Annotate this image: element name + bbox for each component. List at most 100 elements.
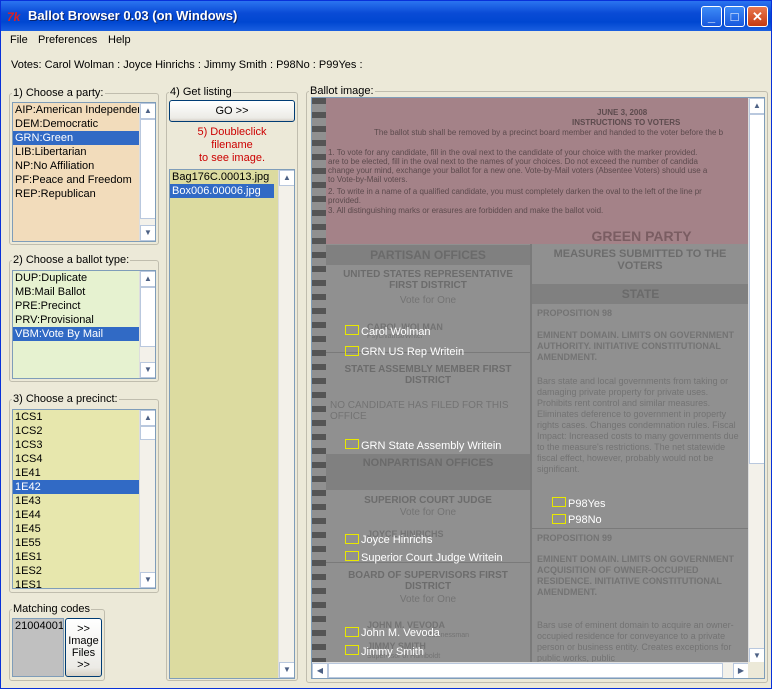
scroll-down-icon[interactable]: ▼: [140, 362, 155, 378]
scroll-corner: [748, 662, 764, 678]
proposition-title: PROPOSITION 98: [537, 308, 613, 318]
measures-heading: MEASURES SUBMITTED TO THE VOTERS: [553, 248, 727, 272]
list-item[interactable]: 1E41: [13, 466, 155, 480]
list-item[interactable]: 1E55: [13, 536, 155, 550]
scroll-left-icon[interactable]: ◀: [312, 663, 328, 678]
contest-title: STATE ASSEMBLY MEMBER FIRST DISTRICT: [344, 364, 512, 386]
list-item[interactable]: 1CS3: [13, 438, 155, 452]
scroll-thumb[interactable]: [140, 119, 155, 219]
no-candidate-text: NO CANDIDATE HAS FILED FOR THIS OFFICE: [330, 400, 509, 422]
listing-hint: 5) Doubleclick filename to see image.: [169, 126, 295, 165]
vote-target-box[interactable]: [345, 325, 359, 335]
close-button[interactable]: ✕: [747, 6, 768, 27]
list-item[interactable]: DUP:Duplicate: [13, 271, 155, 285]
hint-line: filename: [211, 139, 253, 151]
scroll-up-icon[interactable]: ▲: [140, 103, 155, 119]
vote-target-box[interactable]: [345, 645, 359, 655]
vote-target-box[interactable]: [345, 551, 359, 561]
list-item[interactable]: VBM:Vote By Mail: [13, 327, 155, 341]
ballot-image-viewer[interactable]: JUNE 3, 2008 INSTRUCTIONS TO VOTERS The …: [311, 97, 765, 679]
instruction-line: 2. To write in a name of a qualified can…: [328, 187, 702, 196]
listing-legend: 4) Get listing: [170, 86, 232, 98]
title-bar[interactable]: 7k Ballot Browser 0.03 (on Windows) _ □ …: [1, 1, 771, 31]
app-window: 7k Ballot Browser 0.03 (on Windows) _ □ …: [0, 0, 772, 689]
menu-help[interactable]: Help: [108, 34, 131, 46]
scroll-down-icon[interactable]: ▼: [140, 225, 155, 241]
list-item[interactable]: MB:Mail Ballot: [13, 285, 155, 299]
scroll-down-icon[interactable]: ▼: [279, 662, 294, 678]
menu-file[interactable]: File: [10, 34, 28, 46]
scroll-thumb[interactable]: [140, 426, 155, 440]
list-item[interactable]: 1E44: [13, 508, 155, 522]
list-item[interactable]: Box006.00006.jpg: [170, 184, 274, 198]
button-line: >>: [77, 659, 90, 671]
scroll-thumb[interactable]: [328, 663, 723, 678]
list-item[interactable]: 1ES1: [13, 550, 155, 564]
party-banner: GREEN PARTY: [591, 228, 692, 244]
vote-target-box[interactable]: [552, 497, 566, 507]
list-item[interactable]: DEM:Democratic: [13, 117, 155, 131]
ballot-type-list[interactable]: DUP:Duplicate MB:Mail Ballot PRE:Precinc…: [12, 270, 156, 379]
maximize-button[interactable]: □: [724, 6, 745, 27]
menu-preferences[interactable]: Preferences: [38, 34, 97, 46]
list-item[interactable]: 1CS2: [13, 424, 155, 438]
list-item[interactable]: PF:Peace and Freedom: [13, 173, 155, 187]
party-scrollbar[interactable]: ▲ ▼: [139, 103, 155, 241]
list-item[interactable]: AIP:American Independent: [13, 103, 155, 117]
proposition-title: PROPOSITION 99: [537, 533, 613, 543]
list-item[interactable]: 1CS1: [13, 410, 155, 424]
list-item[interactable]: 1E43: [13, 494, 155, 508]
list-item[interactable]: PRV:Provisional: [13, 313, 155, 327]
vote-target-box[interactable]: [345, 627, 359, 637]
contest-title: BOARD OF SUPERVISORS FIRST DISTRICT: [348, 570, 508, 592]
list-item[interactable]: 1CS4: [13, 452, 155, 466]
file-list[interactable]: Bag176C.00013.jpg Box006.00006.jpg ▲ ▼: [169, 169, 295, 679]
list-item[interactable]: 1E42: [13, 480, 155, 494]
vote-target-box[interactable]: [552, 514, 566, 524]
minimize-button[interactable]: _: [701, 6, 722, 27]
matching-codes-legend: Matching codes: [13, 603, 91, 615]
precinct-legend: 3) Choose a precinct:: [13, 393, 118, 405]
scroll-up-icon[interactable]: ▲: [749, 98, 764, 114]
precinct-list[interactable]: 1CS1 1CS2 1CS3 1CS4 1E41 1E42 1E43 1E44 …: [12, 409, 156, 589]
scroll-thumb[interactable]: [140, 287, 155, 347]
file-list-scrollbar[interactable]: ▲ ▼: [278, 170, 294, 678]
button-line: >>: [77, 623, 90, 635]
vote-target-box[interactable]: [345, 439, 359, 449]
list-item[interactable]: 1ES2: [13, 564, 155, 578]
scroll-thumb[interactable]: [749, 114, 764, 464]
list-item[interactable]: PRE:Precinct: [13, 299, 155, 313]
ballot-type-scrollbar[interactable]: ▲ ▼: [139, 271, 155, 378]
list-item[interactable]: 1ES1: [13, 578, 155, 588]
party-list[interactable]: AIP:American Independent DEM:Democratic …: [12, 102, 156, 242]
matching-codes-list[interactable]: 21004001: [12, 618, 64, 677]
image-files-button[interactable]: >> Image Files >>: [65, 618, 102, 677]
list-item[interactable]: 21004001: [13, 619, 63, 633]
scroll-right-icon[interactable]: ▶: [733, 663, 749, 678]
instructions-title: INSTRUCTIONS TO VOTERS: [572, 118, 681, 127]
precinct-scrollbar[interactable]: ▲ ▼: [139, 410, 155, 588]
list-item[interactable]: NP:No Affiliation: [13, 159, 155, 173]
vote-target-label: P98No: [568, 514, 602, 526]
hint-line: 5) Doubleclick: [197, 126, 267, 138]
vote-target-label: John M. Vevoda: [361, 627, 440, 639]
ballot-horizontal-scrollbar[interactable]: ◀ ▶: [312, 662, 749, 678]
vote-target-box[interactable]: [345, 534, 359, 544]
scroll-down-icon[interactable]: ▼: [140, 572, 155, 588]
contest-title: UNITED STATES REPRESENTATIVE FIRST DISTR…: [343, 269, 513, 291]
vote-target-box[interactable]: [345, 346, 359, 356]
scroll-up-icon[interactable]: ▲: [279, 170, 294, 186]
list-item[interactable]: LIB:Libertarian: [13, 145, 155, 159]
vote-for-one: Vote for One: [399, 594, 457, 605]
list-item[interactable]: Bag176C.00013.jpg: [170, 170, 294, 184]
list-item[interactable]: 1E45: [13, 522, 155, 536]
list-item[interactable]: REP:Republican: [13, 187, 155, 201]
scroll-up-icon[interactable]: ▲: [140, 410, 155, 426]
instruction-line: 3. All distinguishing marks or erasures …: [328, 206, 604, 215]
go-button[interactable]: GO >>: [169, 100, 295, 122]
proposition-body: Bars state and local governments from ta…: [537, 376, 739, 474]
ballot-vertical-scrollbar[interactable]: ▲ ▼: [748, 98, 764, 664]
scroll-up-icon[interactable]: ▲: [140, 271, 155, 287]
list-item[interactable]: GRN:Green: [13, 131, 155, 145]
ballot-image: JUNE 3, 2008 INSTRUCTIONS TO VOTERS The …: [312, 98, 749, 664]
